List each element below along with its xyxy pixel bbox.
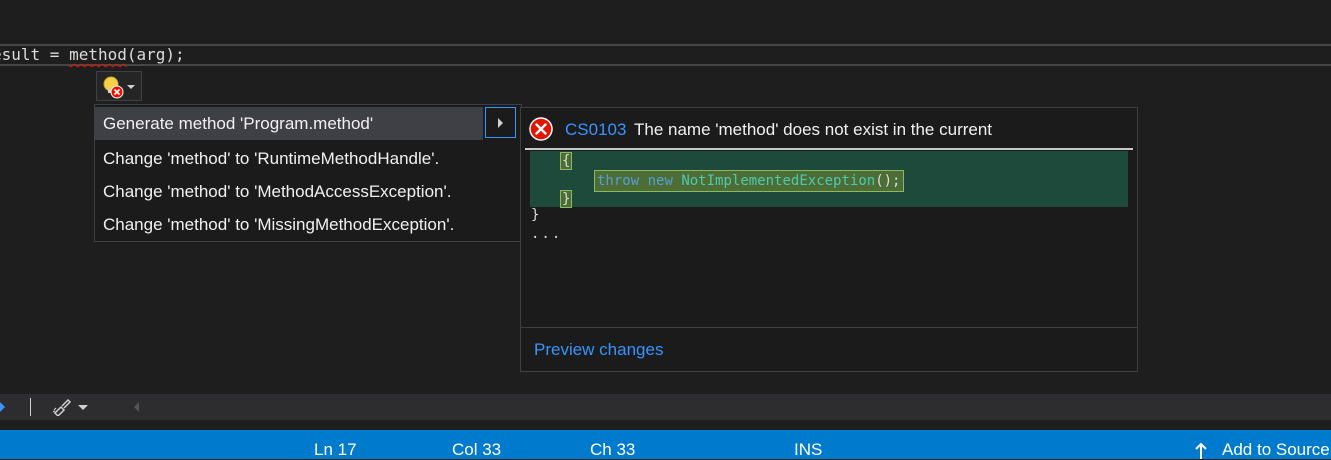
status-line[interactable]: Ln 17 <box>314 440 357 460</box>
chevron-right-icon <box>498 118 503 128</box>
diff-preview: { throw new NotImplementedException(); } <box>530 151 1128 208</box>
editor-bottom-toolbar <box>0 394 1331 420</box>
call-suffix: (); <box>875 173 901 189</box>
code-suffix: (arg); <box>126 45 185 64</box>
code-line[interactable]: esult = method(arg); <box>0 44 185 66</box>
toolbar-separator <box>30 398 31 416</box>
preview-changes-link[interactable]: Preview changes <box>534 340 663 360</box>
expand-submenu-button[interactable] <box>485 107 516 138</box>
status-char[interactable]: Ch 33 <box>590 440 635 460</box>
add-to-source-control[interactable]: Add to Source <box>1222 440 1330 460</box>
navigate-arrow-icon[interactable] <box>0 402 5 412</box>
keyword-new: new <box>647 173 673 189</box>
preview-divider <box>521 327 1137 328</box>
exception-type: NotImplementedException <box>681 173 876 189</box>
chevron-down-icon <box>127 85 135 89</box>
upload-arrow-icon[interactable] <box>1194 442 1208 459</box>
current-line-highlight <box>0 44 1331 66</box>
error-code-link[interactable]: CS0103 <box>565 120 626 140</box>
quick-actions-menu: Generate method 'Program.method' Change … <box>94 104 522 242</box>
status-bar: Ln 17 Col 33 Ch 33 INS Add to Source <box>0 430 1331 459</box>
added-throw-statement: throw new NotImplementedException(); <box>594 170 904 192</box>
error-icon <box>529 117 553 141</box>
code-editor[interactable]: esult = method(arg); Generate method 'Pr… <box>0 0 1331 394</box>
status-insert-mode[interactable]: INS <box>794 440 822 460</box>
status-column[interactable]: Col 33 <box>452 440 501 460</box>
quick-action-item[interactable]: Change 'method' to 'RuntimeMethodHandle'… <box>95 142 521 175</box>
quick-action-item[interactable]: Generate method 'Program.method' <box>95 107 483 140</box>
spacer <box>0 420 1331 430</box>
chevron-down-icon[interactable] <box>78 405 88 410</box>
code-prefix: esult = <box>0 45 60 64</box>
quick-action-item[interactable]: Change 'method' to 'MethodAccessExceptio… <box>95 175 521 208</box>
error-squiggle-method[interactable]: method <box>69 45 127 64</box>
error-message: The name 'method' does not exist in the … <box>634 120 993 139</box>
added-close-brace: } <box>560 190 573 208</box>
added-open-brace: { <box>560 152 573 170</box>
keyword-throw: throw <box>597 173 640 189</box>
quick-action-item[interactable]: Change 'method' to 'MissingMethodExcepti… <box>95 208 521 241</box>
preview-header: CS0103 The name 'method' does not exist … <box>525 108 1133 150</box>
preview-panel: CS0103 The name 'method' does not exist … <box>520 107 1138 372</box>
ellipsis: ... <box>531 226 563 242</box>
brush-icon[interactable] <box>52 398 72 416</box>
lightbulb-error-icon <box>103 76 124 99</box>
outer-close-brace: } <box>531 207 540 223</box>
lightbulb-button[interactable] <box>96 71 142 101</box>
scroll-left-icon[interactable] <box>134 402 139 412</box>
